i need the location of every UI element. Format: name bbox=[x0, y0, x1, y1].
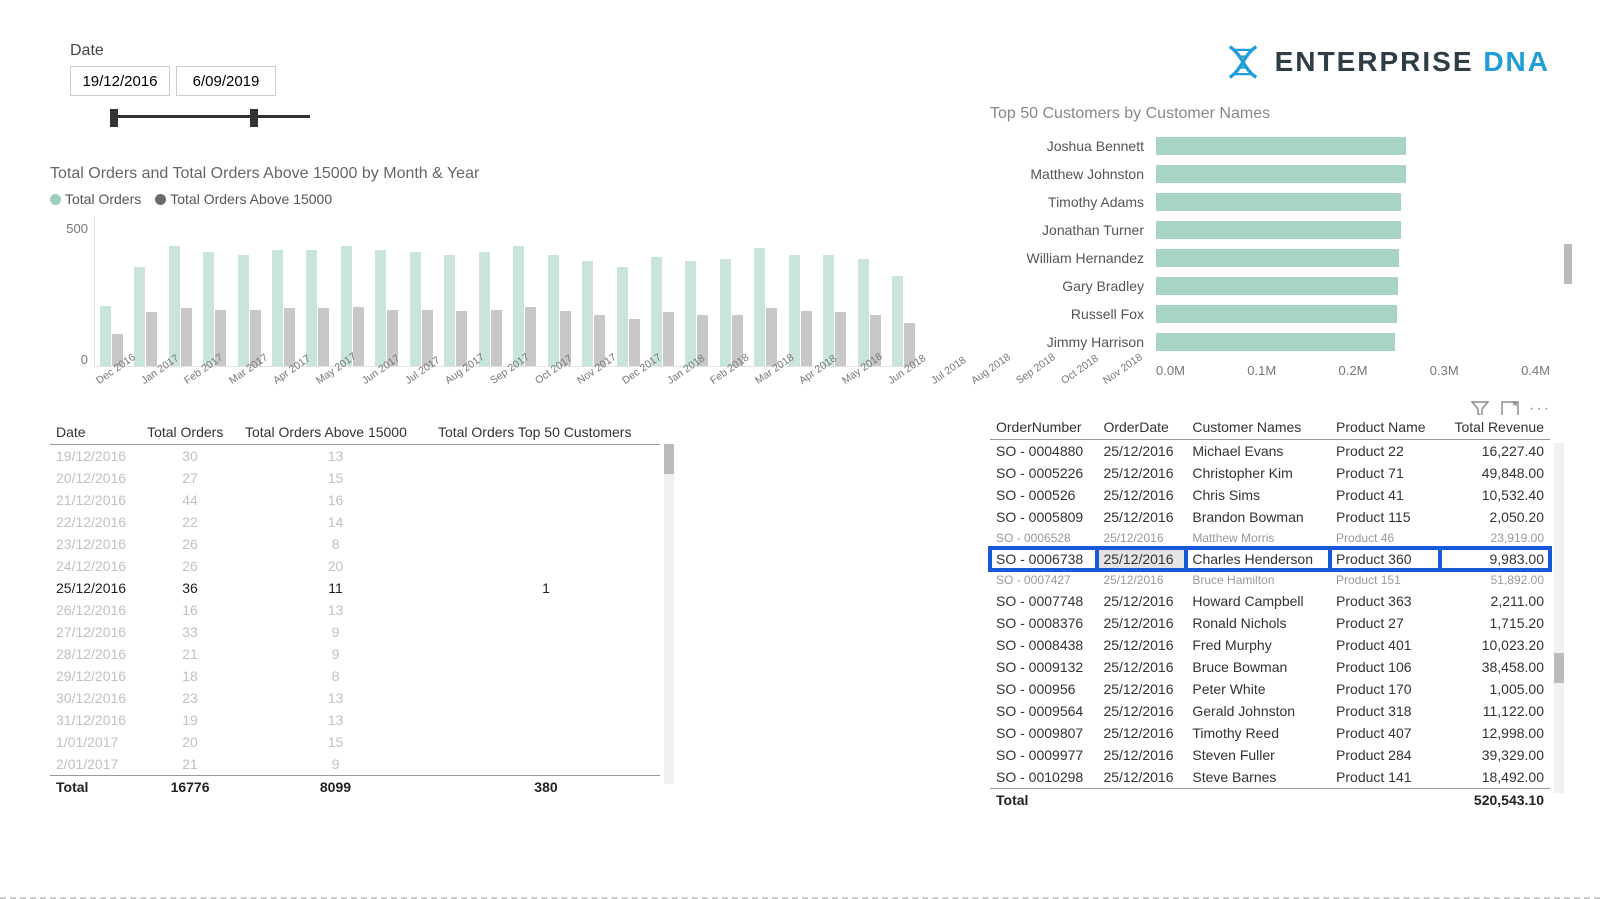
table-row[interactable]: 20/12/20162715 bbox=[50, 467, 660, 489]
table2-header[interactable]: Product Name bbox=[1330, 415, 1440, 440]
hbar-bar[interactable] bbox=[1156, 193, 1401, 211]
table-row[interactable]: 19/12/20163013 bbox=[50, 445, 660, 468]
table-row[interactable]: 23/12/2016268 bbox=[50, 533, 660, 555]
table1-scrollbar[interactable] bbox=[664, 444, 674, 784]
hbar-bar[interactable] bbox=[1156, 221, 1401, 239]
hbar-label: Matthew Johnston bbox=[990, 166, 1150, 182]
hbar-x-tick: 0.1M bbox=[1247, 363, 1276, 378]
table1-header[interactable]: Date bbox=[50, 420, 141, 445]
report-canvas: ENTERPRISE DNA Date Total Orders and Tot… bbox=[0, 0, 1600, 899]
table-row[interactable]: 1/01/20172015 bbox=[50, 731, 660, 753]
hbar-label: Jonathan Turner bbox=[990, 222, 1150, 238]
hbar-label: Timothy Adams bbox=[990, 194, 1150, 210]
top-customers-bar-chart[interactable]: Top 50 Customers by Customer Names Joshu… bbox=[990, 105, 1550, 378]
table-row[interactable]: SO - 000488025/12/2016Michael EvansProdu… bbox=[990, 440, 1550, 463]
table-row[interactable]: SO - 000997725/12/2016Steven FullerProdu… bbox=[990, 744, 1550, 766]
hbar-bar[interactable] bbox=[1156, 305, 1397, 323]
table-row[interactable]: 27/12/2016339 bbox=[50, 621, 660, 643]
table1-header[interactable]: Total Orders Above 15000 bbox=[239, 420, 432, 445]
hbar-x-tick: 0.3M bbox=[1430, 363, 1459, 378]
table-row[interactable]: SO - 000580925/12/2016Brandon BowmanProd… bbox=[990, 506, 1550, 528]
table-row[interactable]: SO - 00095625/12/2016Peter WhiteProduct … bbox=[990, 678, 1550, 700]
chart-title: Total Orders and Total Orders Above 1500… bbox=[50, 165, 920, 183]
y-tick-500: 500 bbox=[66, 221, 88, 236]
table-row[interactable]: 31/12/20161913 bbox=[50, 709, 660, 731]
dna-icon bbox=[1221, 40, 1265, 84]
date-slicer[interactable]: Date bbox=[70, 42, 350, 126]
y-tick-0: 0 bbox=[81, 352, 88, 367]
daily-orders-table[interactable]: DateTotal OrdersTotal Orders Above 15000… bbox=[50, 420, 660, 800]
orders-bar-chart[interactable]: Total Orders and Total Orders Above 1500… bbox=[50, 165, 920, 397]
hbar-bar[interactable] bbox=[1156, 137, 1406, 155]
table-row[interactable]: SO - 001029825/12/2016Steve BarnesProduc… bbox=[990, 766, 1550, 789]
hbar-x-tick: 0.4M bbox=[1521, 363, 1550, 378]
table-row[interactable]: 26/12/20161613 bbox=[50, 599, 660, 621]
table2-header[interactable]: Customer Names bbox=[1186, 415, 1330, 440]
table-row[interactable]: 30/12/20162313 bbox=[50, 687, 660, 709]
hbar-bar[interactable] bbox=[1156, 249, 1399, 267]
table-row[interactable]: SO - 000522625/12/2016Christopher KimPro… bbox=[990, 462, 1550, 484]
range-handle-max[interactable] bbox=[250, 109, 258, 127]
table-row[interactable]: 22/12/20162214 bbox=[50, 511, 660, 533]
table-row[interactable]: SO - 000742725/12/2016Bruce HamiltonProd… bbox=[990, 570, 1550, 590]
hbar-label: Joshua Bennett bbox=[990, 138, 1150, 154]
table-row[interactable]: 2/01/2017219 bbox=[50, 753, 660, 776]
table-row[interactable]: SO - 000980725/12/2016Timothy ReedProduc… bbox=[990, 722, 1550, 744]
table2-header[interactable]: OrderDate bbox=[1097, 415, 1186, 440]
table1-header[interactable]: Total Orders bbox=[141, 420, 239, 445]
table-row[interactable]: 25/12/201636111 bbox=[50, 577, 660, 599]
hbar-label: Jimmy Harrison bbox=[990, 334, 1150, 350]
date-range-slider[interactable] bbox=[110, 106, 310, 126]
legend-total-above: Total Orders Above 15000 bbox=[170, 191, 332, 207]
table-row[interactable]: SO - 000843825/12/2016Fred MurphyProduct… bbox=[990, 634, 1550, 656]
hbar-bar[interactable] bbox=[1156, 333, 1395, 351]
table-row[interactable]: SO - 000913225/12/2016Bruce BowmanProduc… bbox=[990, 656, 1550, 678]
date-to-input[interactable] bbox=[176, 66, 276, 96]
date-slicer-label: Date bbox=[70, 42, 350, 60]
hbar-x-tick: 0.2M bbox=[1339, 363, 1368, 378]
brand-text-b: DNA bbox=[1483, 46, 1550, 77]
brand-text-a: ENTERPRISE bbox=[1275, 46, 1474, 77]
hbar-label: Gary Bradley bbox=[990, 278, 1150, 294]
table-row[interactable]: SO - 00052625/12/2016Chris SimsProduct 4… bbox=[990, 484, 1550, 506]
table2-scrollbar[interactable] bbox=[1554, 443, 1564, 793]
date-from-input[interactable] bbox=[70, 66, 170, 96]
hbar-label: William Hernandez bbox=[990, 250, 1150, 266]
table-row[interactable]: 21/12/20164416 bbox=[50, 489, 660, 511]
range-handle-min[interactable] bbox=[110, 109, 118, 127]
table-row[interactable]: SO - 000774825/12/2016Howard CampbellPro… bbox=[990, 590, 1550, 612]
table-row[interactable]: SO - 000956425/12/2016Gerald JohnstonPro… bbox=[990, 700, 1550, 722]
table-row[interactable]: SO - 000673825/12/2016Charles HendersonP… bbox=[990, 548, 1550, 570]
table-row[interactable]: SO - 000652825/12/2016Matthew MorrisProd… bbox=[990, 528, 1550, 548]
table-row[interactable]: 28/12/2016219 bbox=[50, 643, 660, 665]
table1-header[interactable]: Total Orders Top 50 Customers bbox=[432, 420, 660, 445]
legend-total-orders: Total Orders bbox=[65, 191, 141, 207]
hbar-label: Russell Fox bbox=[990, 306, 1150, 322]
hbar-bar[interactable] bbox=[1156, 165, 1406, 183]
brand-logo: ENTERPRISE DNA bbox=[1221, 40, 1550, 84]
top-customers-title: Top 50 Customers by Customer Names bbox=[990, 105, 1550, 123]
orders-detail-table[interactable]: OrderNumberOrderDateCustomer NamesProduc… bbox=[990, 415, 1550, 815]
hbar-x-tick: 0.0M bbox=[1156, 363, 1185, 378]
hbar-bar[interactable] bbox=[1156, 277, 1398, 295]
table2-header[interactable]: OrderNumber bbox=[990, 415, 1097, 440]
table-row[interactable]: 29/12/2016188 bbox=[50, 665, 660, 687]
table-row[interactable]: 24/12/20162620 bbox=[50, 555, 660, 577]
x-tick: Jul 2018 bbox=[929, 354, 973, 393]
table-row[interactable]: SO - 000837625/12/2016Ronald NicholsProd… bbox=[990, 612, 1550, 634]
scrollbar-thumb[interactable] bbox=[1564, 244, 1572, 284]
table2-header[interactable]: Total Revenue bbox=[1440, 415, 1550, 440]
